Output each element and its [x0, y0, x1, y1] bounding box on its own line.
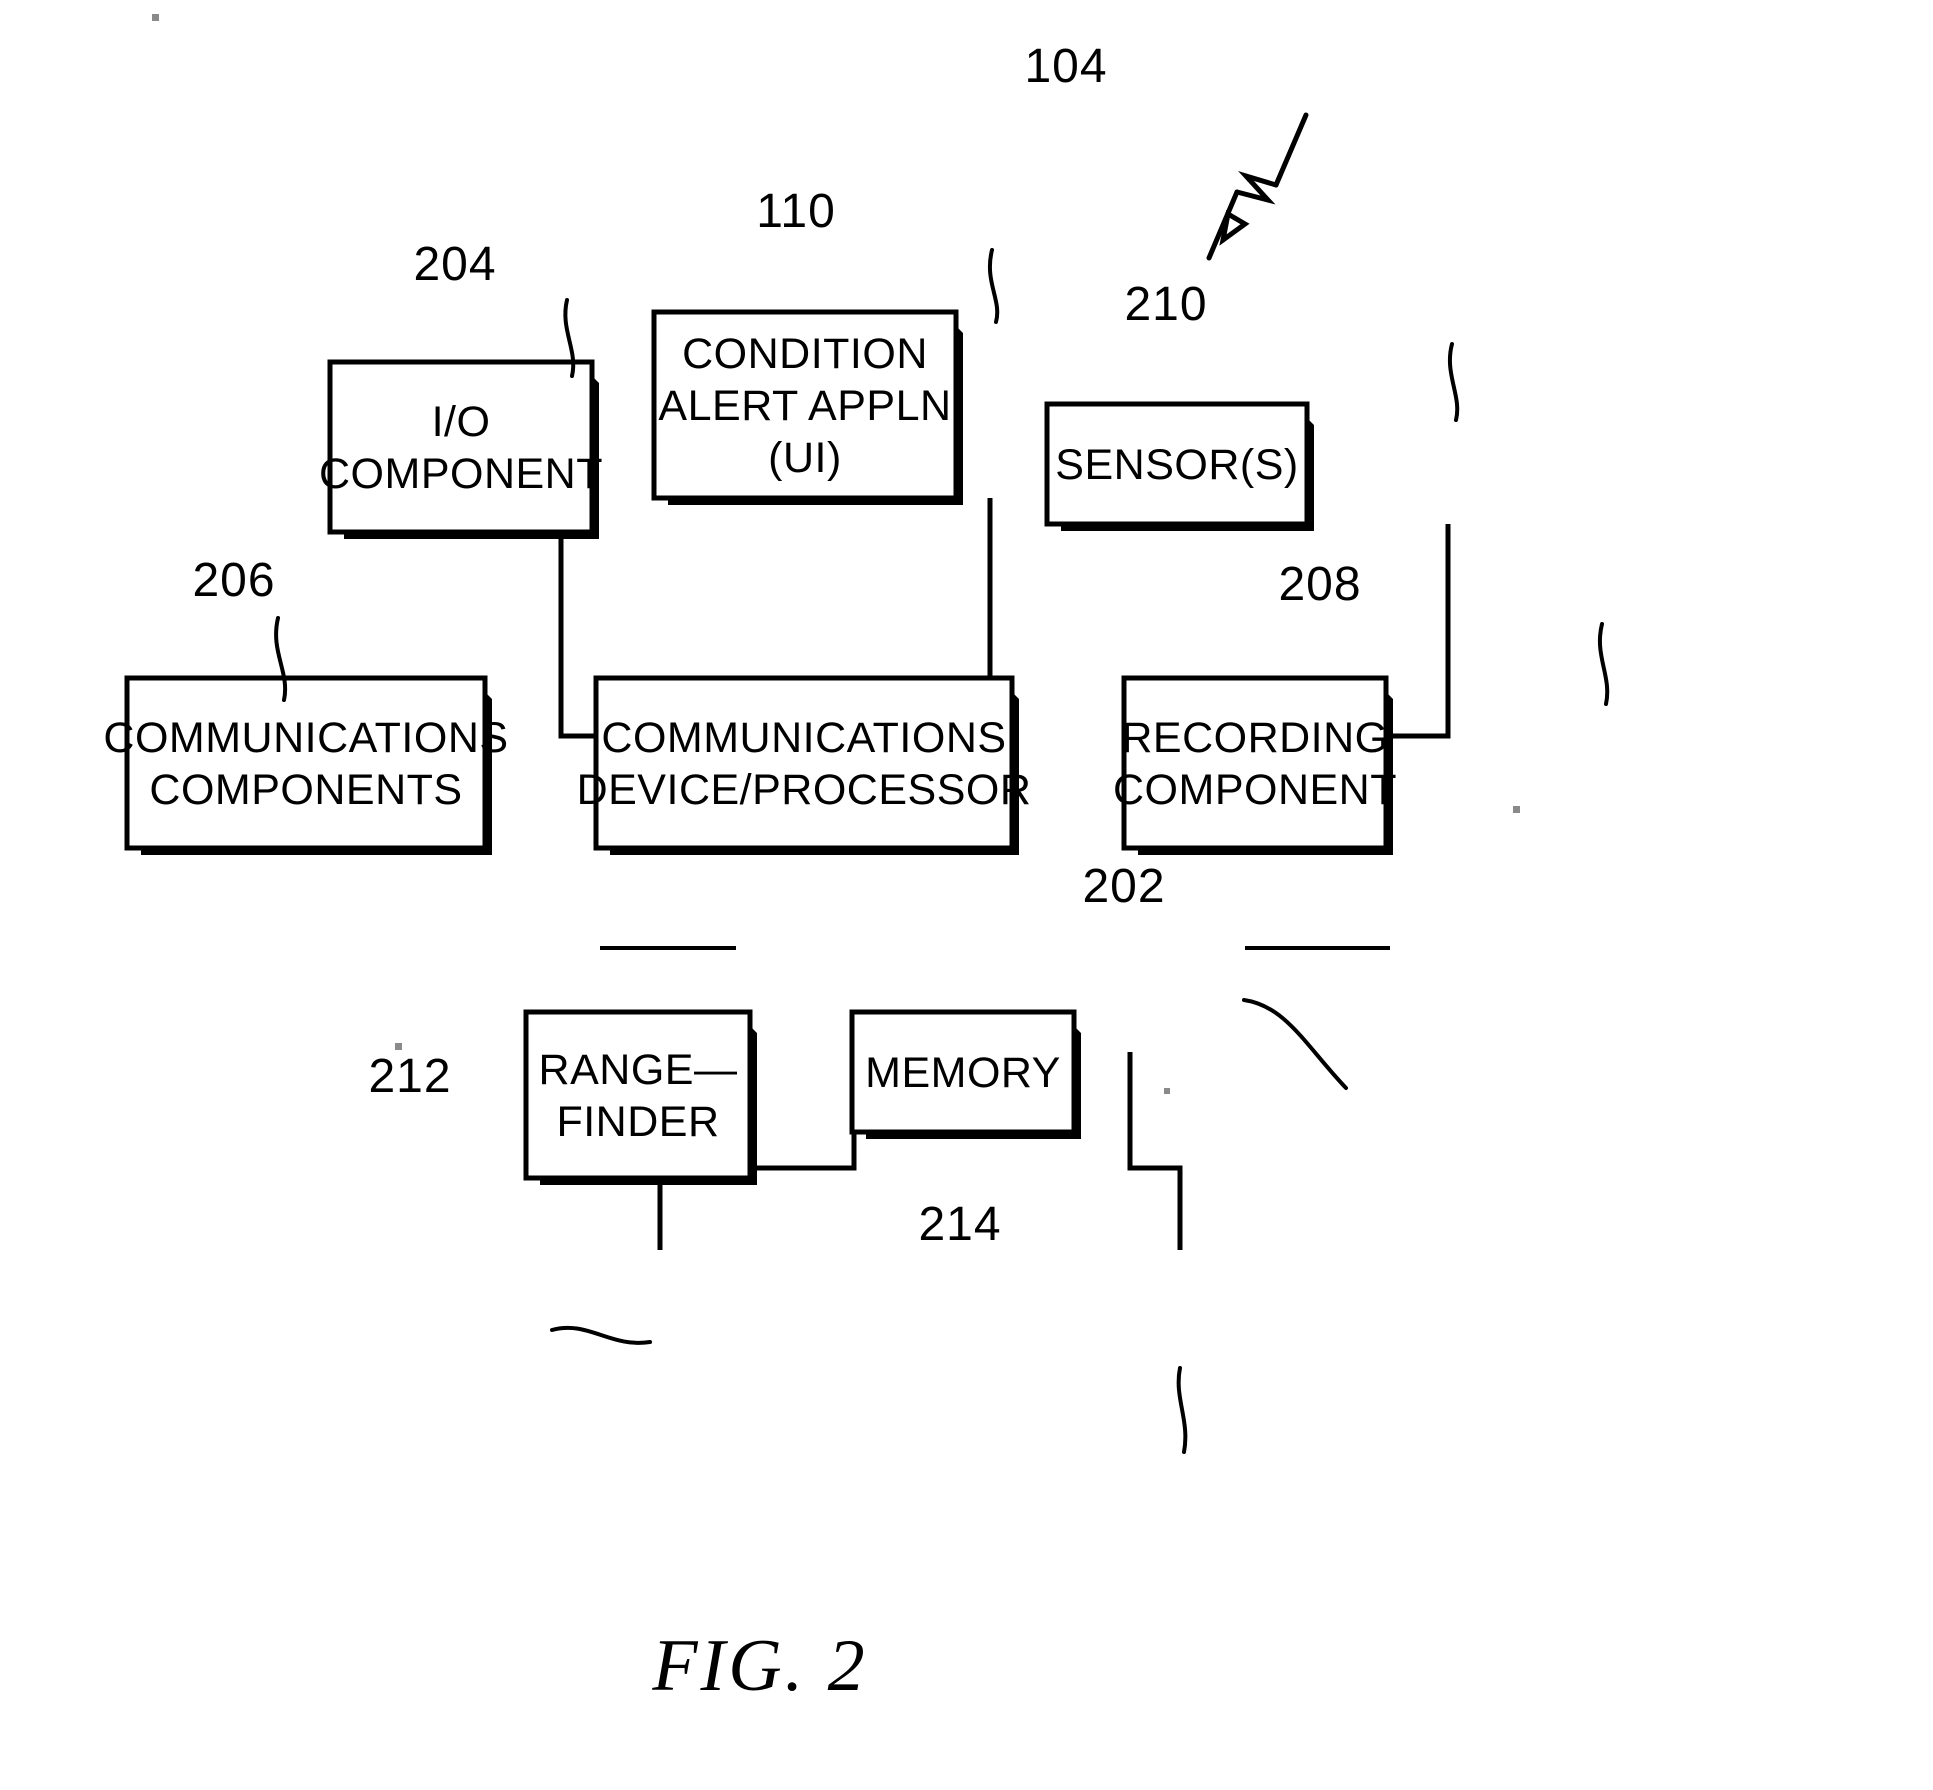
block-outline — [1121, 675, 1389, 851]
block-label-memory: MEMORY — [865, 1049, 1061, 1097]
block-label-recording-component: RECORDING — [1121, 714, 1388, 762]
ref-206: 206 — [192, 554, 275, 607]
scan-speck — [152, 14, 159, 21]
figure-2-block-diagram: I/OCOMPONENTCONDITIONALERT APPLN(UI) SENS… — [103, 14, 1610, 1707]
block-outline — [523, 1009, 753, 1181]
block-label-range-finder: FINDER — [556, 1098, 719, 1146]
ref-204: 204 — [413, 238, 496, 291]
system-ref-arrow-104 — [1206, 112, 1309, 261]
block-label-communications-device-processor: COMMUNICATIONS — [601, 714, 1006, 762]
block-label-condition-alert-appln: (UI) — [768, 434, 842, 482]
patent-figure: I/O COMPONENT CONDITION ALERT APPLN (UI) SENS… — [0, 0, 1933, 1790]
scan-speck — [395, 1043, 402, 1050]
figure-caption: FIG. 2 — [651, 1625, 867, 1707]
leader-110 — [987, 248, 1000, 324]
scan-speck — [1164, 1088, 1170, 1094]
leader-208 — [1597, 622, 1610, 706]
leader-212 — [550, 1325, 652, 1345]
leader-202 — [1242, 998, 1348, 1090]
leader-210 — [1447, 342, 1460, 422]
ref-214: 214 — [918, 1198, 1001, 1251]
block-label-range-finder: RANGE— — [539, 1046, 738, 1094]
connector-processor-to-memory — [1127, 1052, 1183, 1250]
leader-214 — [1176, 1366, 1188, 1454]
ref-210: 210 — [1124, 278, 1207, 331]
block-outline — [124, 675, 488, 851]
ref-212: 212 — [368, 1050, 451, 1103]
block-label-recording-component: COMPONENT — [1113, 766, 1397, 814]
block-outline — [593, 675, 1015, 851]
ref-104: 104 — [1024, 40, 1107, 93]
block-label-sensors: SENSOR(S) — [1055, 441, 1298, 489]
block-label-condition-alert-appln: ALERT APPLN — [658, 382, 951, 430]
block-outline — [327, 359, 595, 535]
block-label-condition-alert-appln: CONDITION — [682, 330, 928, 378]
block-label-io-component: I/O — [432, 398, 491, 446]
block-label-io-component: COMPONENT — [319, 450, 603, 498]
scan-speck — [1513, 806, 1520, 813]
block-label-communications-components: COMMUNICATIONS — [103, 714, 508, 762]
ref-110: 110 — [756, 185, 836, 238]
ref-208: 208 — [1278, 558, 1361, 611]
ref-202: 202 — [1082, 860, 1165, 913]
block-label-communications-components: COMPONENTS — [149, 766, 462, 814]
block-label-communications-device-processor: DEVICE/PROCESSOR — [577, 766, 1032, 814]
